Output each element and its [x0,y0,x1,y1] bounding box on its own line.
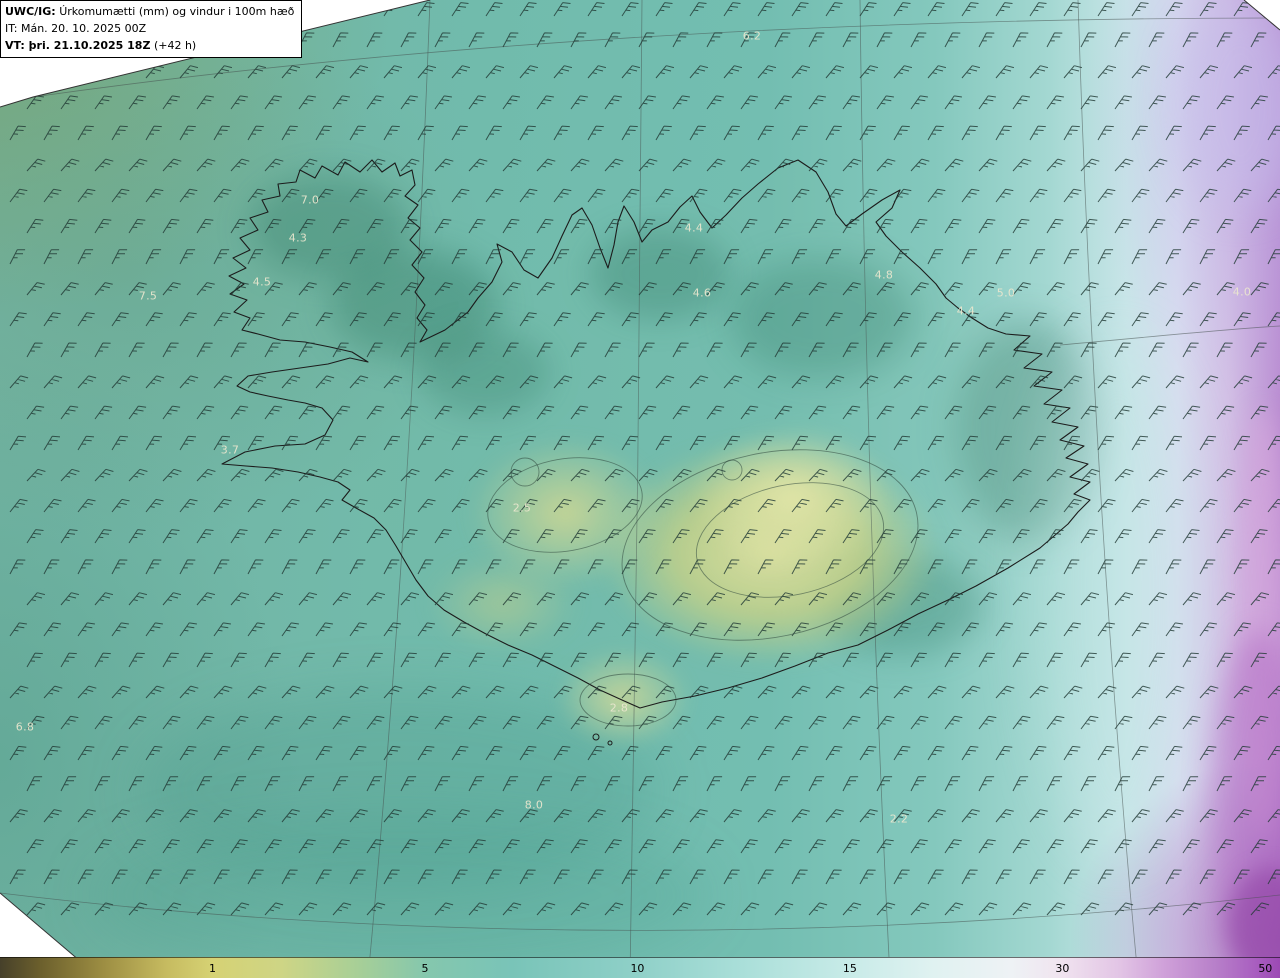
model-source-label: UWC/IG: [5,5,56,18]
frame-layer [0,0,1280,978]
valid-time-line: VT: þri. 21.10.2025 18Z (+42 h) [5,37,294,54]
valid-offset: (+42 h) [153,39,197,53]
colorbar-tick: 1 [208,962,216,975]
colorbar-tick: 15 [842,962,857,975]
title-box: UWC/IG: Úrkomumætti (mm) og vindur i 100… [0,0,303,59]
colorbar-tick: 10 [630,962,645,975]
colorbar: 1 5 10 15 30 50 [0,957,1280,978]
valid-time: VT: þri. 21.10.2025 18Z [5,39,151,53]
colorbar-tick: 50 [1258,962,1273,975]
init-time-line: IT: Mán. 20. 10. 2025 00Z [5,22,147,36]
title-line: UWC/IG: Úrkomumætti (mm) og vindur i 100… [5,3,294,20]
projection-border [0,0,1280,978]
product-title: Úrkomumætti (mm) og vindur i 100m hæð [59,5,295,18]
colorbar-tick: 30 [1055,962,1070,975]
weather-map-page: 6.2 7.0 4.3 4.5 7.5 4.4 4.6 4.8 5.0 4.4 4.0 3.7 2.5 6… [0,0,1280,978]
colorbar-tick: 5 [421,962,429,975]
